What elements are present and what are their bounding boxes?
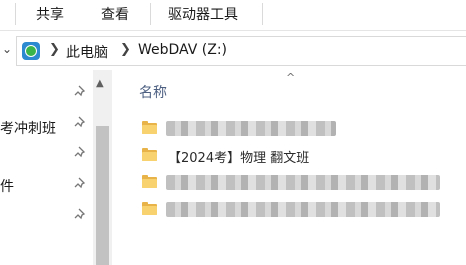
- scroll-up-icon[interactable]: ▲: [96, 78, 104, 89]
- nav-scrollbar[interactable]: ▲: [93, 70, 112, 265]
- redacted-filename: [166, 121, 336, 136]
- list-item[interactable]: [142, 201, 442, 219]
- redacted-filename: [166, 202, 440, 217]
- ribbon: 共享 查看 驱动器工具: [0, 0, 466, 31]
- column-header-name[interactable]: 名称: [139, 82, 167, 102]
- list-item[interactable]: [142, 174, 442, 192]
- pin-icon[interactable]: [74, 145, 88, 159]
- folder-icon: [142, 202, 157, 215]
- tab-file[interactable]: [0, 4, 14, 26]
- folder-icon: [142, 148, 157, 161]
- tab-view[interactable]: 查看: [101, 4, 129, 26]
- partially-redacted-filename: 【2024考】物理 翻文班: [168, 151, 310, 166]
- network-drive-icon: [22, 42, 40, 60]
- ribbon-separator: [15, 3, 16, 25]
- pin-icon[interactable]: [74, 176, 88, 190]
- breadcrumb-webdav[interactable]: WebDAV (Z:): [138, 42, 227, 58]
- scrollbar-thumb[interactable]: [96, 126, 109, 265]
- nav-item-files[interactable]: 件: [0, 176, 14, 196]
- ribbon-separator: [150, 3, 151, 25]
- ribbon-separator: [262, 3, 263, 25]
- breadcrumb-separator-icon[interactable]: ❯: [49, 42, 60, 57]
- tab-drive-tools[interactable]: 驱动器工具: [168, 4, 238, 26]
- breadcrumb-this-pc[interactable]: 此电脑: [66, 42, 108, 62]
- file-list: ^ 名称 【2024考】物理 翻文班: [112, 66, 466, 265]
- breadcrumb-separator-icon[interactable]: ❯: [120, 42, 131, 57]
- pin-icon[interactable]: [74, 207, 88, 221]
- list-item[interactable]: 【2024考】物理 翻文班: [142, 147, 442, 166]
- folder-icon: [142, 121, 157, 134]
- navigation-pane: 考冲刺班 件 ▲: [0, 70, 112, 265]
- pin-icon[interactable]: [74, 115, 88, 129]
- redacted-filename: [166, 175, 440, 190]
- tab-share[interactable]: 共享: [36, 4, 64, 26]
- sort-ascending-icon: ^: [286, 71, 296, 84]
- list-item[interactable]: [142, 120, 442, 138]
- nav-item-exam-class[interactable]: 考冲刺班: [0, 118, 56, 138]
- pin-icon[interactable]: [74, 84, 88, 98]
- folder-icon: [142, 175, 157, 188]
- recent-locations-icon[interactable]: ⌄: [2, 42, 12, 56]
- content-scrollbar[interactable]: [457, 66, 466, 265]
- address-bar[interactable]: ⌄ ❯ 此电脑 ❯ WebDAV (Z:): [0, 36, 466, 66]
